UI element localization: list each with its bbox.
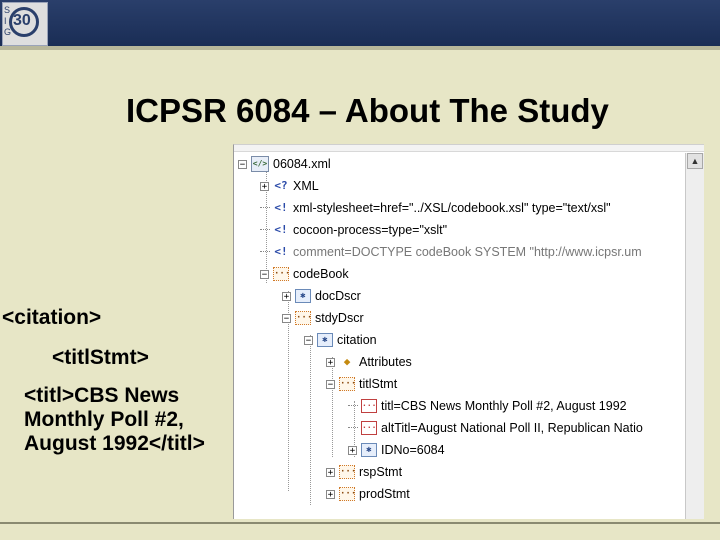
tree-node-label: docDscr — [315, 289, 361, 303]
tree-node-label: stdyDscr — [315, 311, 364, 325]
tree-node-label: cocoon-process=type="xslt" — [293, 223, 448, 237]
tree-connector — [260, 229, 270, 231]
footer-divider — [0, 522, 720, 524]
element-icon: ··· — [339, 377, 357, 391]
panel-toolbar-edge — [234, 145, 704, 152]
tree-node-titl[interactable]: ··· titl=CBS News Monthly Poll #2, Augus… — [348, 395, 627, 417]
tree-connector — [348, 405, 358, 407]
tree-node-comment[interactable]: <! comment=DOCTYPE codeBook SYSTEM "http… — [260, 241, 642, 263]
element-icon: ··· — [339, 487, 357, 501]
tree-node-docdscr[interactable]: + ✱ docDscr — [282, 285, 361, 307]
collapse-toggle[interactable]: − — [260, 269, 269, 279]
titlstmt-label: <titlStmt> — [52, 346, 149, 369]
tree-node-titlstmt[interactable]: − ··· titlStmt — [326, 373, 397, 395]
tree-node-label: codeBook — [293, 267, 349, 281]
tree-guide — [310, 335, 311, 505]
tree-node-label: titlStmt — [359, 377, 398, 391]
tree-node-root[interactable]: − </> 06084.xml — [238, 153, 331, 175]
element-icon: ··· — [295, 311, 313, 325]
tree-node-label: citation — [337, 333, 377, 347]
collapse-toggle[interactable]: − — [282, 313, 291, 323]
xml-file-icon: </> — [251, 156, 269, 172]
tree-node-label: titl=CBS News Monthly Poll #2, August 19… — [381, 399, 627, 413]
expand-toggle[interactable]: + — [260, 181, 269, 191]
tree-node-label: xml-stylesheet=href="../XSL/codebook.xsl… — [293, 201, 611, 215]
tree-node-cocoon[interactable]: <! cocoon-process=type="xslt" — [260, 219, 447, 241]
tree-connector — [260, 251, 270, 253]
tree-connector — [348, 427, 358, 429]
text-node-icon: ··· — [361, 421, 377, 435]
element-icon: ✱ — [317, 333, 333, 347]
header-stripe — [0, 46, 720, 50]
attributes-icon: ◆ — [343, 355, 351, 368]
tree-node-idno[interactable]: + ✱ IDNo=6084 — [348, 439, 445, 461]
tree-node-label: 06084.xml — [273, 157, 331, 171]
text-node-icon: ··· — [361, 399, 377, 413]
tree-connector — [260, 207, 270, 209]
tree-node-label: rspStmt — [359, 465, 403, 479]
collapse-toggle[interactable]: − — [238, 159, 247, 169]
vertical-scrollbar[interactable]: ▲ — [685, 153, 704, 519]
tree-node-label: Attributes — [359, 355, 412, 369]
tree-node-attributes[interactable]: + ◆ Attributes — [326, 351, 412, 373]
tree-node-rspstmt[interactable]: + ··· rspStmt — [326, 461, 402, 483]
tree-node-alttitl[interactable]: ··· altTitl=August National Poll II, Rep… — [348, 417, 643, 439]
header-bar: S I G 30 — [0, 0, 720, 46]
citation-label: <citation> — [2, 306, 102, 329]
titl-label: <titl>CBS News Monthly Poll #2, August 1… — [24, 384, 205, 455]
expand-toggle[interactable]: + — [348, 445, 357, 455]
tree-node-citation[interactable]: − ✱ citation — [304, 329, 377, 351]
element-icon: ✱ — [295, 289, 311, 303]
expand-toggle[interactable]: + — [326, 357, 335, 367]
tree-node-prodstmt[interactable]: + ··· prodStmt — [326, 483, 410, 505]
tree-node-codebook[interactable]: − ··· codeBook — [260, 263, 349, 285]
tree-node-label: comment=DOCTYPE codeBook SYSTEM "http://… — [293, 245, 642, 259]
tree-node-label: XML — [293, 179, 319, 193]
collapse-toggle[interactable]: − — [326, 379, 335, 389]
tree-node-stylesheet[interactable]: <! xml-stylesheet=href="../XSL/codebook.… — [260, 197, 611, 219]
element-icon: ✱ — [361, 443, 377, 457]
logo: S I G 30 — [2, 2, 48, 46]
slide-title: ICPSR 6084 – About The Study — [126, 92, 609, 129]
expand-toggle[interactable]: + — [326, 467, 335, 477]
expand-toggle[interactable]: + — [282, 291, 291, 301]
element-icon: ··· — [273, 267, 291, 281]
logo-text: 30 — [13, 12, 31, 29]
declaration-icon: <! — [274, 223, 288, 236]
tree-node-label: altTitl=August National Poll II, Republi… — [381, 421, 643, 435]
collapse-toggle[interactable]: − — [304, 335, 313, 345]
declaration-icon: <! — [274, 201, 288, 214]
tree-node-label: prodStmt — [359, 487, 410, 501]
tree-node-xml[interactable]: + <? XML — [260, 175, 319, 197]
tree-node-stdydscr[interactable]: − ··· stdyDscr — [282, 307, 364, 329]
comment-icon: <! — [274, 245, 288, 258]
xml-tree-panel: − </> 06084.xml + <? XML <! xml-styleshe… — [233, 144, 704, 519]
processing-instruction-icon: <? — [274, 179, 288, 192]
element-icon: ··· — [339, 465, 357, 479]
expand-toggle[interactable]: + — [326, 489, 335, 499]
tree-node-label: IDNo=6084 — [381, 443, 445, 457]
scroll-up-arrow-icon[interactable]: ▲ — [687, 153, 703, 169]
